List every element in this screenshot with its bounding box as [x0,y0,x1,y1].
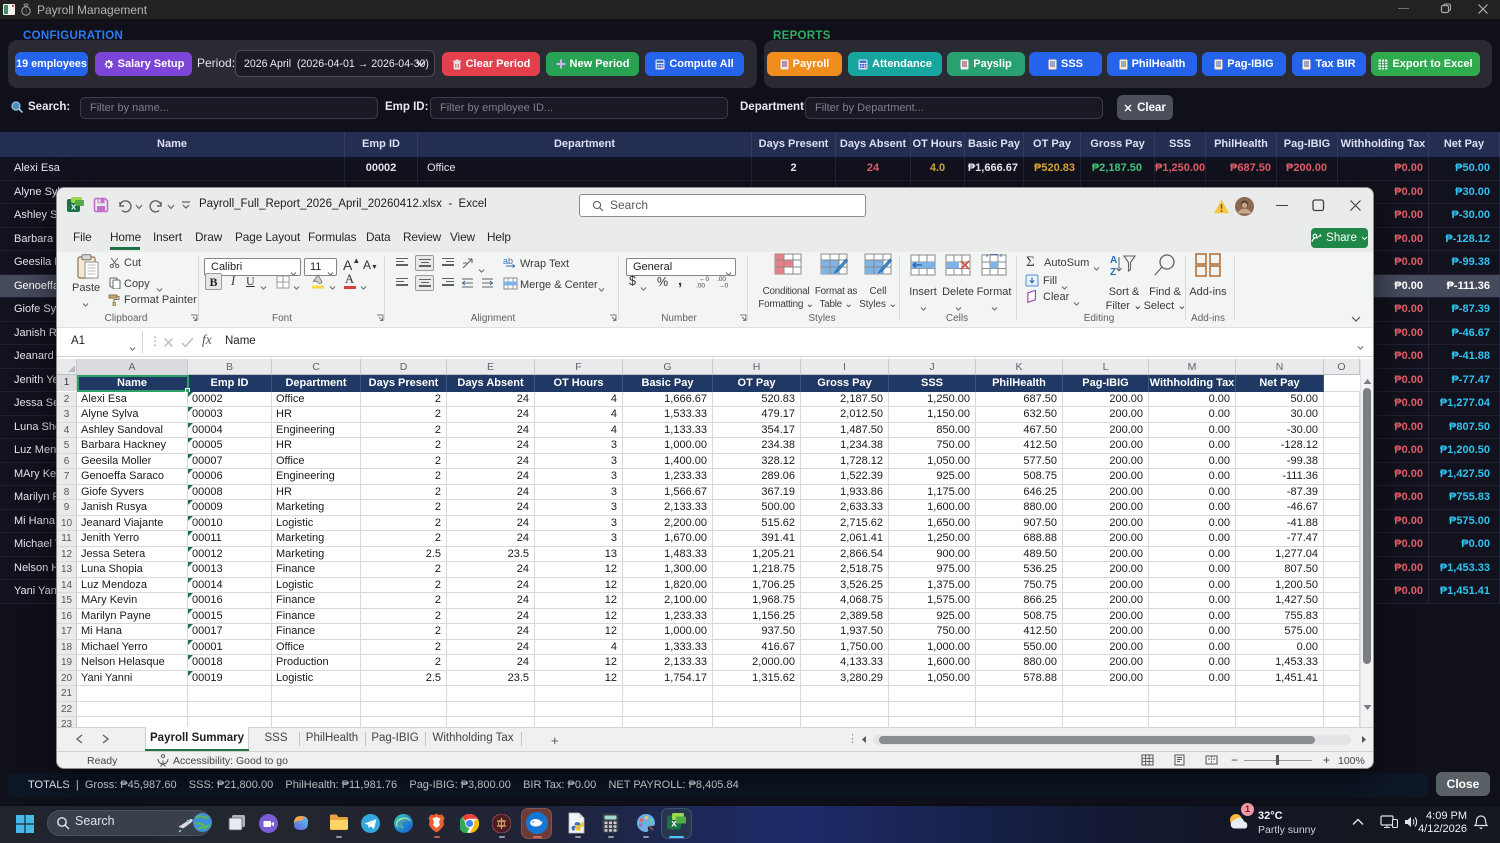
svg-text:.00: .00 [696,283,705,289]
svg-text:Z: Z [1110,267,1116,277]
svg-text:→0: →0 [718,283,729,289]
svg-text:i: i [25,9,26,15]
svg-text:x: x [71,202,76,212]
svg-text:x: x [671,819,677,830]
svg-text:A: A [1110,255,1117,266]
svg-text:ab: ab [503,256,513,266]
